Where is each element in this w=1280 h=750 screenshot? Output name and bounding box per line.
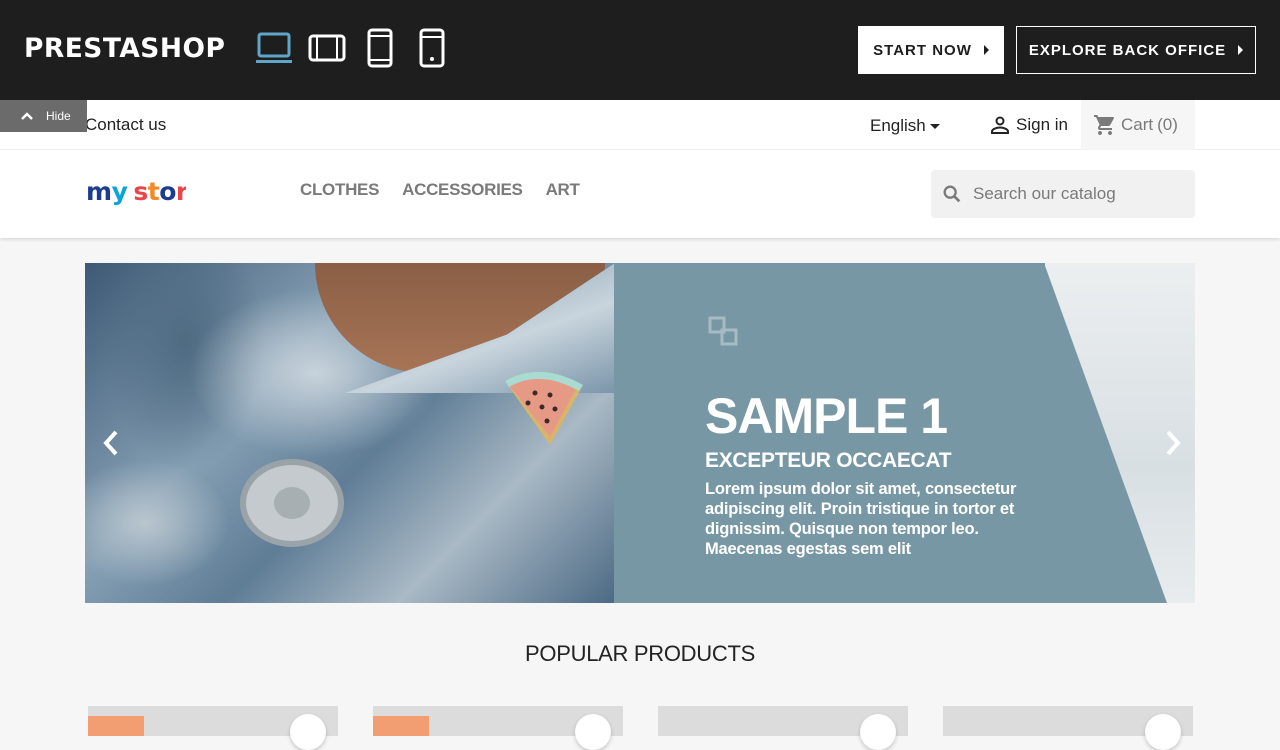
language-label: English [870,116,926,135]
contact-us-link[interactable]: Contact us [85,115,166,135]
slide-subtitle: EXCEPTEUR OCCAECAT [705,449,952,472]
sign-in-label: Sign in [1016,115,1068,134]
cart-count: (0) [1157,115,1178,134]
menu-item-art[interactable]: ART [546,180,580,200]
start-now-label: START NOW [873,41,972,59]
explore-back-office-button[interactable]: EXPLORE BACK OFFICE [1016,26,1256,74]
hero-slider: SAMPLE 1 EXCEPTEUR OCCAECAT Lorem ipsum … [85,263,1195,603]
chevron-left-icon [103,430,118,456]
cart-button[interactable]: Cart (0) [1081,100,1195,150]
my-store-logo[interactable]: mystore [86,176,186,212]
caret-down-icon [929,123,940,129]
wishlist-button[interactable] [575,714,611,750]
menu-item-accessories[interactable]: ACCESSORIES [402,180,523,200]
language-selector[interactable]: English [870,116,940,136]
wishlist-button[interactable] [1145,714,1181,750]
hide-label: Hide [46,109,71,123]
user-icon [991,116,1009,134]
search-input[interactable] [973,184,1183,204]
caret-right-icon [983,45,989,55]
prestashop-logo[interactable]: PRESTASHOP [24,33,225,64]
main-menu: CLOTHES ACCESSORIES ART [300,180,580,200]
wishlist-button[interactable] [860,714,896,750]
wishlist-button[interactable] [290,714,326,750]
search-box [931,170,1195,218]
slide-title: SAMPLE 1 [705,388,948,444]
jcrew-button-image [240,459,344,547]
svg-text:mystore: mystore [86,177,186,206]
product-flag [373,716,429,736]
chevron-up-icon [21,112,33,120]
popular-products-heading: POPULAR PRODUCTS [525,641,755,666]
device-switcher [256,28,450,68]
start-now-button[interactable]: START NOW [858,26,1004,74]
product-card[interactable] [88,706,338,750]
product-card[interactable] [943,706,1193,750]
slider-next-button[interactable] [1161,428,1185,458]
tablet-landscape-icon[interactable] [308,28,346,68]
product-flag [88,716,144,736]
mobile-icon[interactable] [414,28,450,68]
search-icon[interactable] [941,183,963,205]
caret-right-icon [1238,45,1244,55]
tablet-portrait-icon[interactable] [362,28,398,68]
laptop-icon[interactable] [256,28,292,68]
menu-item-clothes[interactable]: CLOTHES [300,180,379,200]
squares-icon [708,316,738,346]
hide-toolbar-button[interactable]: Hide [0,100,87,132]
cart-icon [1094,115,1114,135]
cart-label: Cart [1121,115,1154,134]
chevron-right-icon [1166,430,1181,456]
product-card[interactable] [373,706,623,750]
slide-description: Lorem ipsum dolor sit amet, consectetur … [705,480,1017,558]
sign-in-link[interactable]: Sign in [988,113,1068,137]
product-card[interactable] [658,706,908,750]
watermelon-pin-image [505,371,583,445]
slider-prev-button[interactable] [99,428,123,458]
explore-label: EXPLORE BACK OFFICE [1028,41,1227,59]
